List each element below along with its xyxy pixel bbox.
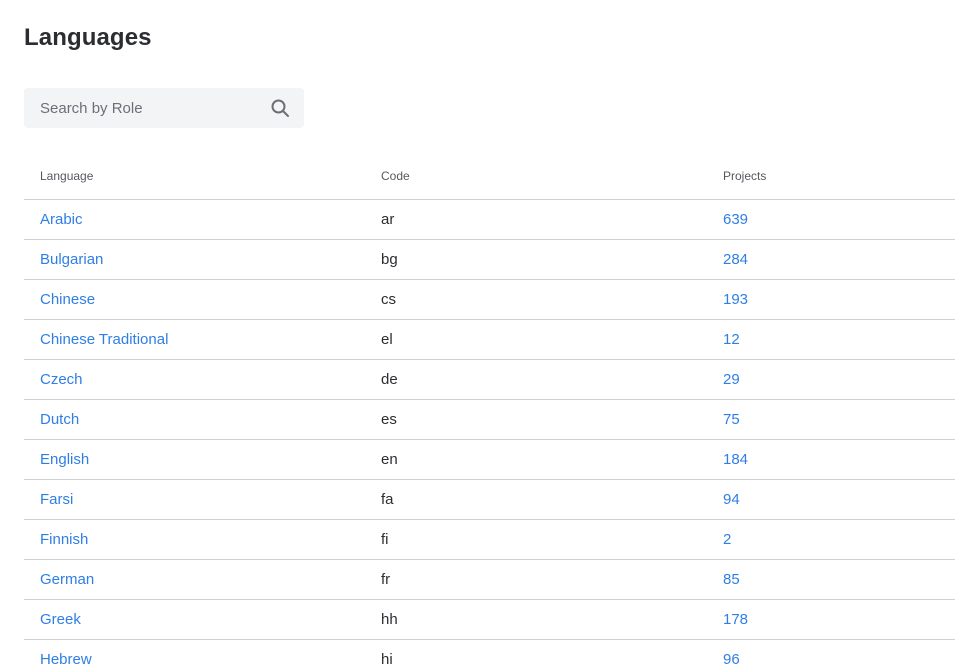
language-link[interactable]: Bulgarian: [40, 251, 103, 269]
table-row: Bulgarian bg 284: [24, 240, 955, 280]
table-row: Finnish fi 2: [24, 520, 955, 560]
language-code: es: [381, 411, 397, 428]
language-code: hi: [381, 651, 393, 668]
languages-table: Language Code Projects Arabic ar 639 Bul…: [24, 152, 955, 669]
search-box: [24, 88, 304, 128]
table-row: Hebrew hi 96: [24, 640, 955, 669]
language-code: cs: [381, 291, 396, 308]
language-code: fi: [381, 531, 389, 548]
projects-count-link[interactable]: 75: [723, 411, 740, 429]
table-row: Greek hh 178: [24, 600, 955, 640]
projects-count-link[interactable]: 178: [723, 611, 748, 629]
language-link[interactable]: English: [40, 451, 89, 469]
language-code: de: [381, 371, 398, 388]
language-link[interactable]: Arabic: [40, 211, 83, 229]
language-link[interactable]: Greek: [40, 611, 81, 629]
projects-count-link[interactable]: 94: [723, 491, 740, 509]
language-code: en: [381, 451, 398, 468]
header-projects[interactable]: Projects: [723, 169, 766, 183]
table-row: English en 184: [24, 440, 955, 480]
language-link[interactable]: Czech: [40, 371, 83, 389]
language-code: bg: [381, 251, 398, 268]
projects-count-link[interactable]: 639: [723, 211, 748, 229]
language-link[interactable]: Farsi: [40, 491, 73, 509]
language-code: el: [381, 331, 393, 348]
projects-count-link[interactable]: 85: [723, 571, 740, 589]
header-code[interactable]: Code: [381, 169, 410, 183]
search-input[interactable]: [24, 88, 264, 128]
table-row: Arabic ar 639: [24, 200, 955, 240]
language-code: ar: [381, 211, 395, 228]
table-row: Chinese cs 193: [24, 280, 955, 320]
table-row: Farsi fa 94: [24, 480, 955, 520]
table-header: Language Code Projects: [24, 152, 955, 200]
language-link[interactable]: Chinese Traditional: [40, 331, 168, 349]
page-title: Languages: [24, 24, 152, 51]
table-row: German fr 85: [24, 560, 955, 600]
language-link[interactable]: German: [40, 571, 94, 589]
language-link[interactable]: Dutch: [40, 411, 79, 429]
projects-count-link[interactable]: 184: [723, 451, 748, 469]
language-link[interactable]: Chinese: [40, 291, 95, 309]
projects-count-link[interactable]: 12: [723, 331, 740, 349]
language-code: fr: [381, 571, 391, 588]
table-row: Dutch es 75: [24, 400, 955, 440]
language-link[interactable]: Finnish: [40, 531, 88, 549]
language-link[interactable]: Hebrew: [40, 651, 92, 669]
language-code: fa: [381, 491, 394, 508]
projects-count-link[interactable]: 193: [723, 291, 748, 309]
header-language[interactable]: Language: [40, 169, 93, 183]
projects-count-link[interactable]: 29: [723, 371, 740, 389]
language-code: hh: [381, 611, 398, 628]
table-row: Chinese Traditional el 12: [24, 320, 955, 360]
languages-page: Languages Language Code Projects Arabic …: [0, 0, 955, 669]
projects-count-link[interactable]: 96: [723, 651, 740, 669]
search-icon[interactable]: [270, 98, 290, 118]
table-row: Czech de 29: [24, 360, 955, 400]
projects-count-link[interactable]: 284: [723, 251, 748, 269]
projects-count-link[interactable]: 2: [723, 531, 731, 549]
